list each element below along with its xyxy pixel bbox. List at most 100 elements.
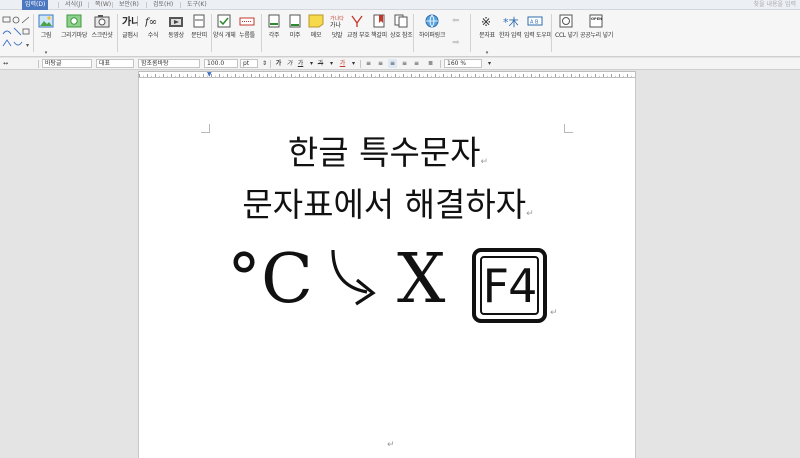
- align-right-icon[interactable]: ≡: [400, 59, 409, 68]
- toolbar-divider: [440, 60, 441, 68]
- endnote-button[interactable]: 미주: [284, 14, 306, 54]
- ribbon-label: 책갈피: [371, 32, 387, 39]
- formula-icon: f∞: [145, 17, 157, 28]
- ruby-text-icon: 가나다가나: [330, 15, 344, 28]
- menu-tab-bar: 입력(D) 서식(J) 쪽(W) 보안(R) 검토(H) 도구(K) 찾을 내용…: [0, 0, 800, 10]
- italic-button[interactable]: 가: [285, 59, 294, 68]
- search-hint[interactable]: 찾을 내용을 입력: [754, 0, 796, 10]
- style-shortcut-icon[interactable]: ↔: [1, 59, 10, 68]
- bold-button[interactable]: 가: [274, 59, 283, 68]
- ribbon-label: CCL 넣기: [555, 32, 578, 39]
- chevron-down-icon[interactable]: ▾: [349, 59, 358, 68]
- ribbon-label: 스크린샷: [91, 32, 113, 39]
- input-helper-button[interactable]: A B 입력 도우미: [524, 14, 552, 54]
- underline-button[interactable]: 가: [296, 59, 305, 68]
- formula-button[interactable]: f∞ 수식: [142, 14, 164, 54]
- align-divide-icon[interactable]: ≣: [426, 59, 435, 68]
- open-badge-text: OPEN: [591, 17, 602, 21]
- ribbon-divider: [211, 14, 212, 52]
- ribbon-divider: [117, 14, 118, 52]
- heading-line-1[interactable]: 한글 특수문자↵: [139, 130, 637, 185]
- ribbon-label: 그리기마당: [60, 32, 88, 39]
- chevron-down-icon[interactable]: ▾: [307, 59, 316, 68]
- hyperlink-button[interactable]: 하이퍼링크: [418, 14, 446, 54]
- horizontal-ruler[interactable]: ▼: [0, 71, 800, 78]
- bookmark-button[interactable]: 책갈피: [368, 14, 390, 54]
- ribbon-divider: [413, 14, 414, 52]
- toolbar-divider: [270, 60, 271, 68]
- footnote-button[interactable]: 각주: [263, 14, 285, 54]
- chevron-down-icon: ▾: [485, 50, 489, 56]
- language-select[interactable]: 대표: [96, 59, 134, 68]
- tab-security[interactable]: 보안(R): [116, 0, 142, 10]
- tab-tools[interactable]: 도구(K): [184, 0, 210, 10]
- align-justify-icon[interactable]: ≡: [364, 59, 373, 68]
- input-helper-icon: A B: [527, 16, 543, 26]
- align-distribute-icon[interactable]: ≡: [412, 59, 421, 68]
- form-object-button[interactable]: 양식 개체: [213, 14, 236, 54]
- open-license-insert-button[interactable]: OPEN 공공누리 넣기: [580, 14, 613, 54]
- tab-review[interactable]: 검토(H): [150, 0, 176, 10]
- cross-reference-button[interactable]: 상호 참조: [390, 14, 413, 54]
- strikethrough-button[interactable]: 가: [316, 59, 325, 68]
- paragraph-band-icon: [193, 14, 205, 28]
- memo-button[interactable]: 메모: [305, 14, 327, 54]
- font-color-button[interactable]: 가: [338, 59, 347, 68]
- font-select[interactable]: 함초롬바탕: [138, 59, 200, 68]
- ribbon-divider: [551, 14, 552, 52]
- svg-text:▾: ▾: [26, 42, 29, 49]
- cross-reference-icon: [394, 14, 408, 28]
- click-here-button[interactable]: 누름틀: [236, 14, 258, 54]
- character-map-button[interactable]: ※ 문자표 ▾: [476, 14, 498, 56]
- ruler-strip[interactable]: ▼: [138, 71, 636, 78]
- ribbon-label: 교정 부호: [347, 32, 370, 39]
- celsius-symbol: °C: [227, 240, 314, 319]
- heading-line-2[interactable]: 문자표에서 해결하자↵: [139, 182, 637, 237]
- heading-text: 한글 특수문자: [287, 133, 481, 172]
- svg-text:*木: *木: [503, 16, 518, 28]
- ribbon-label: 한자 입력: [499, 32, 522, 39]
- style-select[interactable]: 바탕글: [42, 59, 92, 68]
- arrow-right-icon[interactable]: ➡: [452, 38, 460, 48]
- tab-format[interactable]: 서식(J): [62, 0, 86, 10]
- hanja-input-button[interactable]: *木 한자 입력: [499, 14, 522, 54]
- clipart-button[interactable]: 그리기마당: [60, 14, 88, 54]
- video-button[interactable]: 동영상: [165, 14, 187, 54]
- ribbon-label: 수식: [147, 32, 159, 39]
- tab-page[interactable]: 쪽(W): [92, 0, 114, 10]
- indent-marker-icon[interactable]: ▼: [207, 72, 212, 78]
- ribbon-label: 문자표: [479, 32, 495, 39]
- screenshot-icon: [94, 15, 110, 28]
- font-size-unit[interactable]: pt: [240, 59, 258, 68]
- symbol-line[interactable]: °C X F4 ↵: [139, 238, 637, 328]
- ribbon-label: 양식 개체: [213, 32, 236, 39]
- shapes-gallery[interactable]: ▾: [1, 14, 31, 52]
- open-license-icon: OPEN: [589, 14, 603, 28]
- size-stepper[interactable]: ⇕: [260, 59, 269, 68]
- proofreading-mark-button[interactable]: 교정 부호: [347, 14, 370, 54]
- paragraph-band-button[interactable]: 문단띠: [188, 14, 210, 54]
- ruby-text-button[interactable]: 가나다 가나 덧말: [326, 14, 348, 54]
- align-left-icon[interactable]: ≡: [376, 59, 385, 68]
- ribbon-label: 누름틀: [239, 32, 255, 39]
- form-object-icon: [217, 14, 231, 28]
- insert-picture-button[interactable]: 그림 ▾: [35, 14, 57, 56]
- svg-text:가나: 가나: [330, 21, 342, 28]
- chevron-down-icon[interactable]: ▾: [485, 59, 494, 68]
- wordart-button[interactable]: 가나 글맵시: [119, 14, 141, 54]
- document-page[interactable]: 한글 특수문자↵ 문자표에서 해결하자↵ °C X F4 ↵ ↵: [138, 78, 636, 458]
- ccl-insert-button[interactable]: CCL 넣기: [555, 14, 578, 54]
- zoom-input[interactable]: 160 %: [444, 59, 482, 68]
- hyperlink-icon: [425, 14, 439, 28]
- screenshot-button[interactable]: 스크린샷: [91, 14, 113, 54]
- font-size-input[interactable]: 100.0: [204, 59, 238, 68]
- bookmark-icon: [373, 14, 385, 28]
- arrow-icon: [331, 249, 376, 306]
- document-area: 한글 특수문자↵ 문자표에서 해결하자↵ °C X F4 ↵ ↵: [0, 78, 800, 458]
- chevron-down-icon[interactable]: ▾: [327, 59, 336, 68]
- align-center-icon[interactable]: ≡: [388, 59, 397, 68]
- toolbar-divider: [360, 60, 361, 68]
- tab-input[interactable]: 입력(D): [22, 0, 49, 10]
- arrow-left-icon[interactable]: ⬅: [452, 16, 460, 26]
- paragraph-mark: ↵: [387, 440, 395, 450]
